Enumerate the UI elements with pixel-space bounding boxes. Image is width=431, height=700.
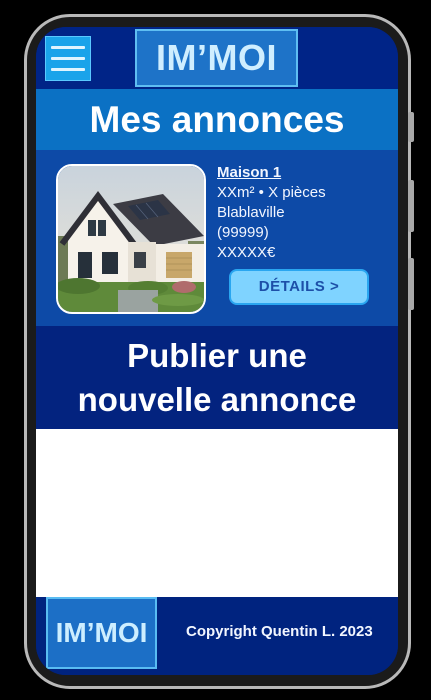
details-button[interactable]: DÉTAILS > — [229, 269, 369, 305]
listing-postcode: (99999) — [217, 224, 269, 241]
listing-info: Maison 1 XXm² • X pièces Blablaville (99… — [217, 163, 326, 263]
phone-volume-up-button — [408, 180, 414, 232]
house-illustration — [58, 166, 204, 312]
house-photo[interactable] — [56, 164, 206, 314]
publish-label: Publier une nouvelle annonce — [78, 334, 357, 422]
listing-surface-rooms: XXm² • X pièces — [217, 184, 326, 201]
footer-logo[interactable]: IM’MOI — [46, 597, 157, 669]
listing-city: Blablaville — [217, 204, 285, 221]
page-title: Mes annonces — [36, 89, 398, 150]
copyright-text: Copyright Quentin L. 2023 — [186, 623, 373, 640]
publish-label-line1: Publier une — [127, 336, 307, 374]
phone-volume-down-button — [408, 258, 414, 310]
app-header: IM’MOI — [36, 27, 398, 89]
listing-card: Maison 1 XXm² • X pièces Blablaville (99… — [36, 150, 398, 326]
app-footer: IM’MOI Copyright Quentin L. 2023 — [36, 597, 398, 675]
hamburger-menu-icon[interactable] — [45, 36, 91, 81]
menu-bar — [51, 68, 85, 71]
phone-screen: IM’MOI Mes annonces Maison 1 XXm² • X pi… — [36, 27, 398, 675]
publish-label-line2: nouvelle annonce — [77, 380, 357, 418]
menu-bar — [51, 46, 85, 49]
phone-side-button — [408, 112, 414, 142]
app-logo[interactable]: IM’MOI — [135, 29, 298, 87]
listing-price: XXXXX€ — [217, 244, 276, 261]
content-area — [36, 429, 398, 597]
menu-bar — [51, 57, 85, 60]
publish-listing-button[interactable]: Publier une nouvelle annonce — [36, 326, 398, 429]
listing-title[interactable]: Maison 1 — [217, 163, 326, 183]
